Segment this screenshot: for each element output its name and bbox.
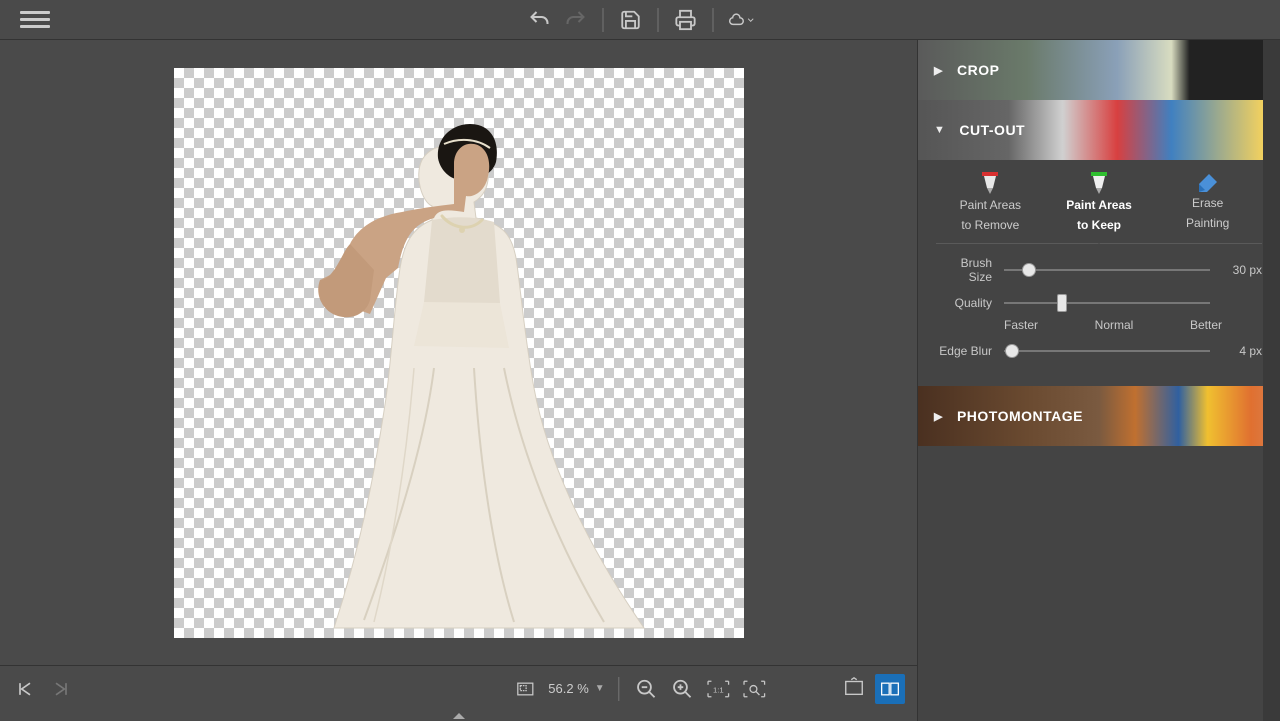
tool-keep[interactable]: Paint Areas to Keep (1045, 172, 1154, 233)
accordion-label: CUT-OUT (959, 122, 1025, 138)
tool-erase[interactable]: Erase Painting (1153, 172, 1262, 233)
first-image-button[interactable] (12, 676, 38, 702)
zoom-actual-button[interactable]: 1:1 (706, 676, 732, 702)
accordion-photomontage[interactable]: ▶ PHOTOMONTAGE (918, 386, 1280, 446)
top-toolbar (0, 0, 1280, 40)
quality-label: Quality (936, 296, 992, 310)
canvas-image[interactable] (174, 68, 744, 638)
edge-blur-row: Edge Blur 4 px (936, 344, 1262, 358)
zoom-fit-button[interactable] (742, 676, 768, 702)
brush-remove-icon (978, 172, 1002, 194)
accordion-label: CROP (957, 62, 999, 78)
canvas-area: 56.2 % ▼ 1:1 (0, 40, 917, 721)
chevron-down-icon: ▼ (595, 683, 605, 694)
menu-button[interactable] (20, 5, 50, 35)
zoom-in-button[interactable] (670, 676, 696, 702)
chevron-right-icon: ▶ (934, 64, 943, 77)
toolbar-separator (619, 677, 620, 701)
svg-text:1:1: 1:1 (713, 685, 724, 694)
panel-handle[interactable] (0, 711, 917, 721)
cutout-panel: Paint Areas to Remove Paint Areas to Kee… (918, 160, 1280, 386)
edge-blur-slider[interactable] (1004, 350, 1210, 352)
toolbar-separator (713, 8, 714, 32)
bottom-toolbar: 56.2 % ▼ 1:1 (0, 665, 917, 711)
accordion-label: PHOTOMONTAGE (957, 408, 1083, 424)
quality-slider[interactable] (1004, 302, 1210, 304)
right-scrollbar[interactable] (1263, 40, 1280, 721)
cutout-subject (174, 68, 744, 638)
next-image-button[interactable] (48, 676, 74, 702)
brush-size-row: Brush Size 30 px (936, 256, 1262, 284)
zoom-value[interactable]: 56.2 % ▼ (548, 681, 604, 696)
toolbar-separator (658, 8, 659, 32)
quality-ticks: Faster Normal Better (936, 318, 1262, 332)
save-button[interactable] (618, 7, 644, 33)
undo-button[interactable] (527, 7, 553, 33)
right-panel: ▶ CROP ▼ CUT-OUT Paint Areas to Remove P… (917, 40, 1280, 721)
brush-size-slider[interactable] (1004, 269, 1210, 271)
brush-size-value: 30 px (1222, 263, 1262, 277)
brush-keep-icon (1087, 172, 1111, 194)
accordion-cutout[interactable]: ▼ CUT-OUT (918, 100, 1280, 160)
canvas-viewport[interactable] (0, 40, 917, 665)
zoom-text: 56.2 % (548, 681, 588, 696)
quality-row: Quality (936, 296, 1262, 310)
navigator-button[interactable] (512, 676, 538, 702)
print-button[interactable] (673, 7, 699, 33)
edge-blur-value: 4 px (1222, 344, 1262, 358)
chevron-down-icon: ▼ (934, 124, 945, 136)
edge-blur-label: Edge Blur (936, 344, 992, 358)
eraser-icon (1195, 172, 1221, 192)
share-button[interactable] (728, 7, 754, 33)
zoom-out-button[interactable] (634, 676, 660, 702)
chevron-right-icon: ▶ (934, 410, 943, 423)
original-toggle-button[interactable] (841, 674, 867, 700)
toolbar-separator (603, 8, 604, 32)
compare-button[interactable] (875, 674, 905, 704)
brush-size-label: Brush Size (936, 256, 992, 284)
accordion-crop[interactable]: ▶ CROP (918, 40, 1280, 100)
redo-button[interactable] (563, 7, 589, 33)
tool-remove[interactable]: Paint Areas to Remove (936, 172, 1045, 233)
